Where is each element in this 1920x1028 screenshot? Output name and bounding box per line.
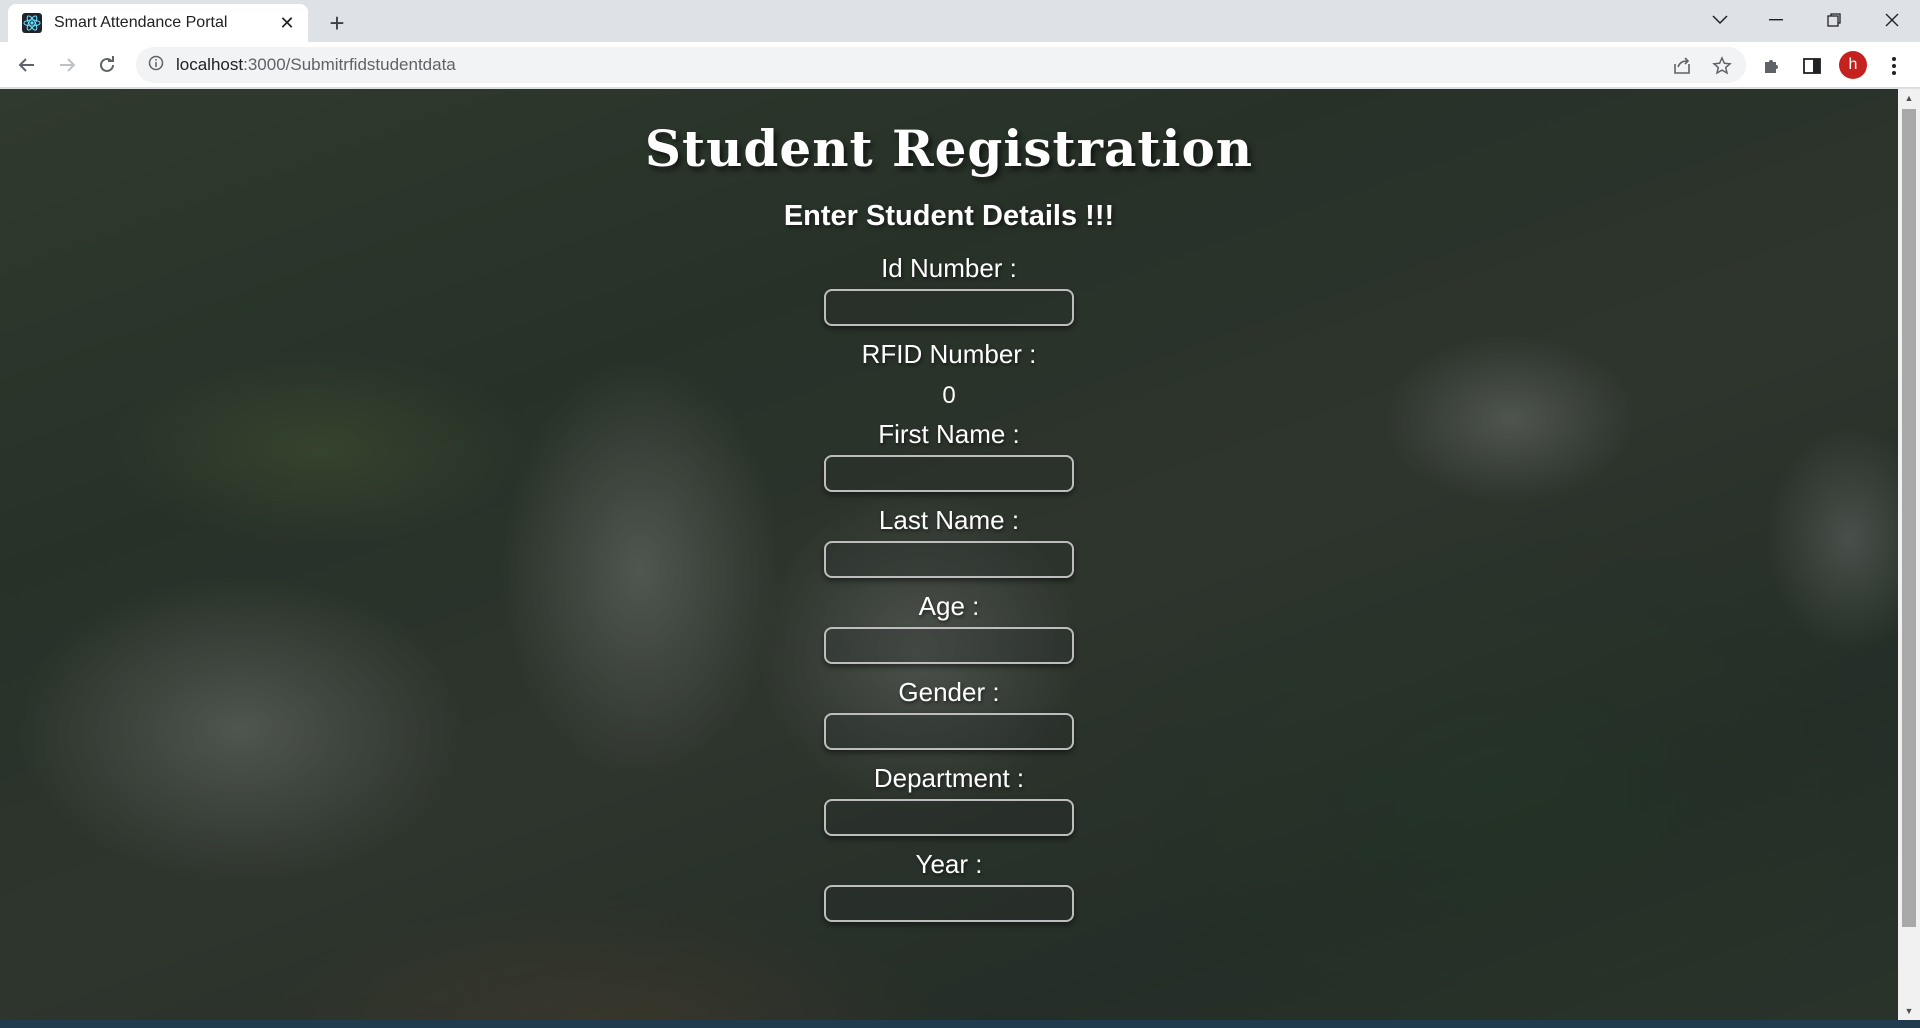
plus-icon[interactable]: + [322,8,352,38]
arrow-right-icon[interactable] [52,50,82,80]
gender-label: Gender : [898,677,1000,707]
tab-strip: Smart Attendance Portal ✕ + [0,0,1920,42]
url-host: localhost [176,55,244,74]
taskbar-edge [0,1020,1920,1028]
scroll-down-icon[interactable]: ▼ [1898,1002,1920,1020]
chevron-down-icon[interactable] [1692,0,1748,40]
age-label: Age : [918,591,980,621]
reload-icon[interactable] [92,50,122,80]
browser-toolbar: localhost:3000/Submitrfidstudentdata h [0,42,1920,88]
page-title: Student Registration [644,119,1254,178]
id-number-label: Id Number : [881,253,1017,283]
url-text: localhost:3000/Submitrfidstudentdata [176,55,456,75]
address-bar[interactable]: localhost:3000/Submitrfidstudentdata [136,47,1746,83]
avatar[interactable]: h [1839,51,1867,79]
minimize-icon[interactable] [1748,0,1804,40]
react-icon [22,13,42,33]
kebab-menu-icon[interactable] [1882,54,1906,78]
puzzle-icon[interactable] [1760,54,1784,78]
scrollbar-thumb[interactable] [1902,109,1916,927]
browser-tab[interactable]: Smart Attendance Portal ✕ [8,4,308,42]
form-subtitle: Enter Student Details !!! [783,200,1115,232]
registration-form: Student Registration Enter Student Detai… [0,89,1898,922]
share-icon[interactable] [1671,55,1693,77]
scroll-up-icon[interactable]: ▲ [1898,89,1920,107]
arrow-left-icon[interactable] [12,50,42,80]
department-label: Department : [873,763,1025,793]
tab-title: Smart Attendance Portal [54,14,228,31]
last-name-label: Last Name : [878,505,1020,535]
rfid-number-label: RFID Number : [861,339,1037,369]
year-label: Year : [915,849,983,879]
gender-input[interactable] [824,713,1074,750]
last-name-input[interactable] [824,541,1074,578]
info-icon[interactable] [148,55,164,76]
first-name-input[interactable] [824,455,1074,492]
restore-icon[interactable] [1806,0,1862,40]
star-icon[interactable] [1711,55,1733,77]
age-input[interactable] [824,627,1074,664]
page-scrollbar[interactable]: ▲ ▼ [1898,89,1920,1020]
id-number-input[interactable] [824,289,1074,326]
close-icon[interactable]: ✕ [276,12,298,34]
first-name-label: First Name : [878,419,1020,449]
window-close-icon[interactable] [1864,0,1920,40]
department-input[interactable] [824,799,1074,836]
rfid-number-value: 0 [942,382,956,409]
side-panel-icon[interactable] [1800,54,1824,78]
url-path: :3000/Submitrfidstudentdata [243,55,456,74]
year-input[interactable] [824,885,1074,922]
page-viewport: Student Registration Enter Student Detai… [0,89,1898,1020]
